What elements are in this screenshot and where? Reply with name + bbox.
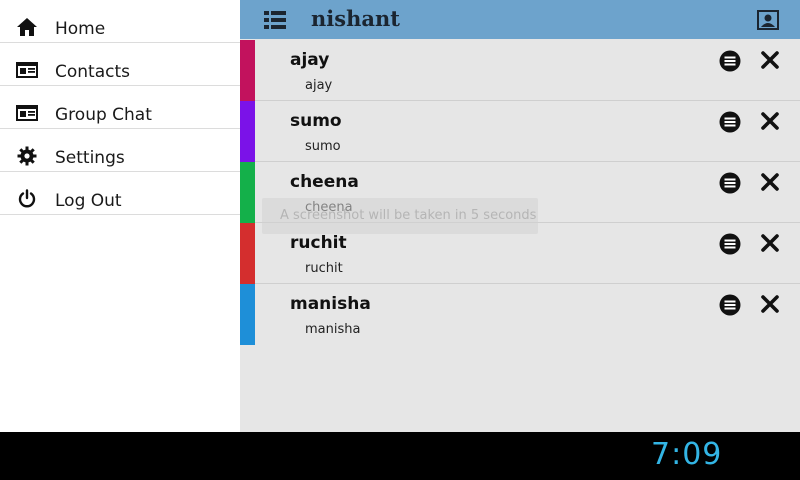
contact-color-bar — [240, 40, 255, 101]
main-panel: nishant ajay ajay sumo sumo cheena cheen… — [240, 0, 800, 432]
contact-name: sumo — [290, 111, 342, 131]
contact-row[interactable]: ajay ajay — [240, 40, 800, 101]
contact-name: cheena — [290, 172, 359, 192]
contact-card-icon — [16, 60, 38, 80]
remove-contact-icon[interactable] — [761, 173, 779, 195]
nav-item-label: Contacts — [55, 62, 130, 82]
contact-subtitle: ajay — [305, 78, 333, 93]
remove-contact-icon[interactable] — [761, 112, 779, 134]
contact-row[interactable]: manisha manisha — [240, 284, 800, 345]
list-menu-icon[interactable] — [264, 10, 286, 34]
contact-row[interactable]: sumo sumo — [240, 101, 800, 162]
remove-contact-icon[interactable] — [761, 51, 779, 73]
nav-item-log-out[interactable]: Log Out — [0, 172, 240, 215]
status-clock: 7:09 — [651, 437, 723, 472]
action-bar: nishant — [240, 0, 800, 39]
contact-subtitle: sumo — [305, 139, 341, 154]
contact-menu-icon[interactable] — [719, 50, 741, 76]
remove-contact-icon[interactable] — [761, 295, 779, 317]
nav-item-label: Home — [55, 19, 106, 39]
nav-item-group-chat[interactable]: Group Chat — [0, 86, 240, 129]
contact-menu-icon[interactable] — [719, 233, 741, 259]
contact-color-bar — [240, 162, 255, 223]
home-icon — [16, 17, 38, 37]
navigation-drawer: Home Contacts Group Chat Settings Log Ou… — [0, 0, 240, 432]
nav-item-label: Group Chat — [55, 105, 152, 125]
contact-name: manisha — [290, 294, 371, 314]
contact-name: ajay — [290, 50, 330, 70]
contact-card-icon — [16, 103, 38, 123]
gear-icon — [16, 146, 38, 166]
contact-subtitle: manisha — [305, 322, 361, 337]
contact-subtitle: ruchit — [305, 261, 343, 276]
contact-color-bar — [240, 101, 255, 162]
contact-color-bar — [240, 284, 255, 345]
nav-item-settings[interactable]: Settings — [0, 129, 240, 172]
page-title: nishant — [311, 6, 400, 31]
nav-item-label: Settings — [55, 148, 125, 168]
screenshot-toast: A screenshot will be taken in 5 seconds — [262, 198, 538, 234]
contact-name: ruchit — [290, 233, 347, 253]
profile-icon[interactable] — [757, 10, 779, 34]
contact-menu-icon[interactable] — [719, 294, 741, 320]
power-icon — [16, 189, 38, 209]
nav-item-contacts[interactable]: Contacts — [0, 43, 240, 86]
nav-item-label: Log Out — [55, 191, 122, 211]
nav-item-home[interactable]: Home — [0, 0, 240, 43]
contact-menu-icon[interactable] — [719, 172, 741, 198]
contact-menu-icon[interactable] — [719, 111, 741, 137]
contact-color-bar — [240, 223, 255, 284]
remove-contact-icon[interactable] — [761, 234, 779, 256]
